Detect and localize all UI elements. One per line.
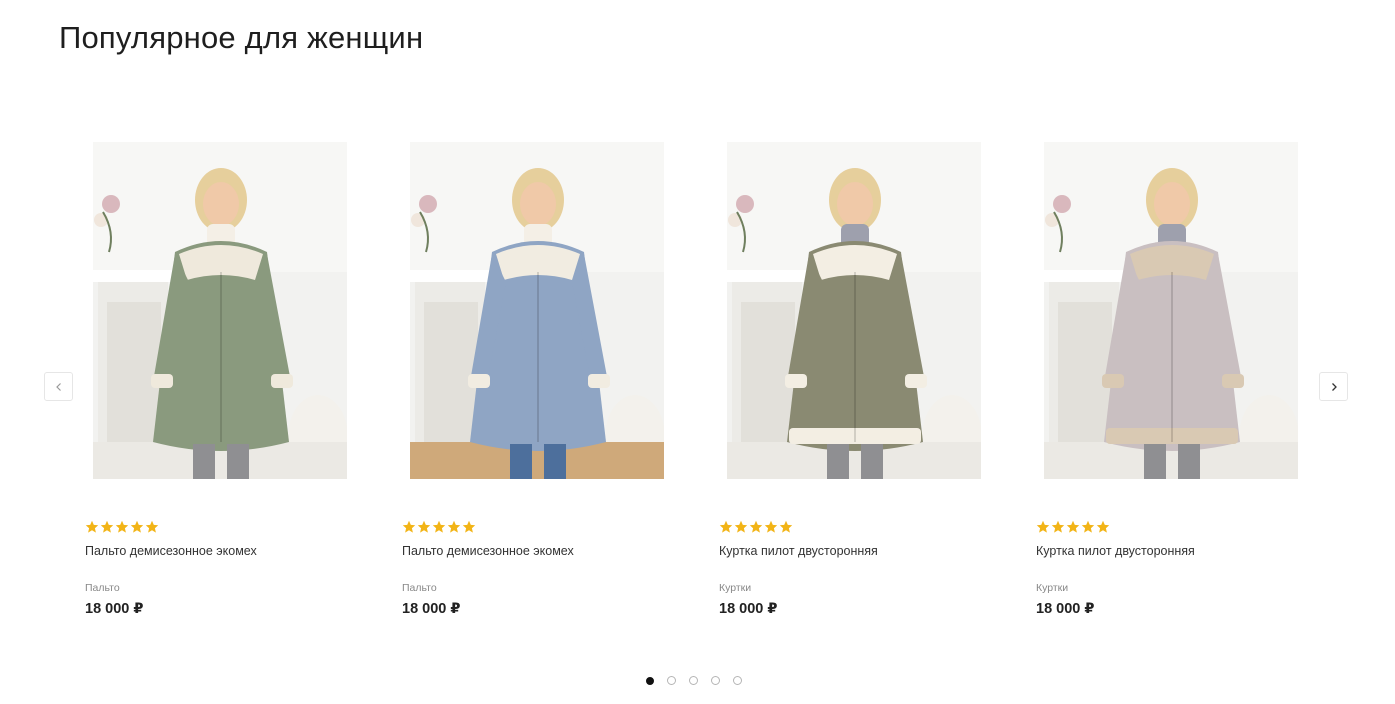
product-price: 18 000 ₽ [85,601,144,617]
star-icon [402,520,416,534]
star-icon [462,520,476,534]
chevron-left-icon [55,382,61,391]
product-carousel: Пальто демисезонное экомех Пальто 18 000… [0,0,1395,704]
product-photo-green-coat [93,142,347,479]
chevron-right-icon [1331,382,1337,391]
product-category: Куртки [1036,582,1069,594]
rating-stars [402,520,476,534]
star-icon [1051,520,1065,534]
product-price: 18 000 ₽ [719,601,778,617]
product-price: 18 000 ₽ [1036,601,1095,617]
product-photo-green-jacket [727,142,981,479]
star-icon [85,520,99,534]
product-photo-green-jacket[interactable] [727,142,981,479]
pagination-dot[interactable] [667,676,676,685]
carousel-pagination [646,676,742,686]
product-category: Пальто [402,582,437,594]
rating-stars [719,520,793,534]
star-icon [719,520,733,534]
product-photo-lilac-jacket [1044,142,1298,479]
star-icon [1066,520,1080,534]
product-photo-green-coat[interactable] [93,142,347,479]
product-name[interactable]: Пальто демисезонное экомех [402,544,692,558]
product-card[interactable]: Куртка пилот двусторонняя Куртки 18 000 … [1036,142,1326,632]
star-icon [1036,520,1050,534]
product-photo-blue-coat[interactable] [410,142,664,479]
rating-stars [1036,520,1110,534]
carousel-prev-button[interactable] [44,372,73,401]
pagination-dot[interactable] [711,676,720,685]
star-icon [100,520,114,534]
product-name[interactable]: Пальто демисезонное экомех [85,544,375,558]
product-price: 18 000 ₽ [402,601,461,617]
star-icon [734,520,748,534]
product-card[interactable]: Пальто демисезонное экомех Пальто 18 000… [402,142,692,632]
product-card[interactable]: Пальто демисезонное экомех Пальто 18 000… [85,142,375,632]
product-name[interactable]: Куртка пилот двусторонняя [1036,544,1326,558]
star-icon [749,520,763,534]
product-photo-blue-coat [410,142,664,479]
product-name[interactable]: Куртка пилот двусторонняя [719,544,1009,558]
product-photo-lilac-jacket[interactable] [1044,142,1298,479]
star-icon [145,520,159,534]
star-icon [779,520,793,534]
product-card[interactable]: Куртка пилот двусторонняя Куртки 18 000 … [719,142,1009,632]
pagination-dot[interactable] [733,676,742,685]
star-icon [432,520,446,534]
product-category: Куртки [719,582,752,594]
pagination-dot[interactable] [689,676,698,685]
star-icon [447,520,461,534]
star-icon [130,520,144,534]
rating-stars [85,520,159,534]
star-icon [417,520,431,534]
star-icon [1081,520,1095,534]
star-icon [115,520,129,534]
pagination-dot[interactable] [646,677,654,685]
product-category: Пальто [85,582,120,594]
star-icon [1096,520,1110,534]
star-icon [764,520,778,534]
